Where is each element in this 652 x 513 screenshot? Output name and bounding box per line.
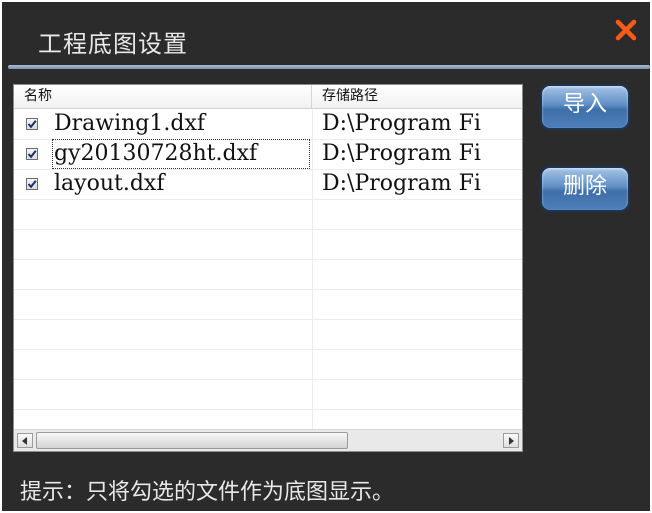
list-item[interactable]: layout.dxf D:\Program Fi bbox=[14, 169, 522, 199]
dialog-title: 工程底图设置 bbox=[38, 30, 188, 58]
grid-line bbox=[14, 259, 522, 260]
scroll-left-button[interactable] bbox=[17, 433, 33, 448]
row-checkbox[interactable] bbox=[26, 118, 38, 130]
checkmark-icon bbox=[27, 150, 37, 159]
import-button[interactable]: 导入 bbox=[540, 84, 630, 130]
grid-line bbox=[14, 289, 522, 290]
title-divider bbox=[8, 65, 650, 69]
grid-line bbox=[14, 319, 522, 320]
grid-line bbox=[14, 229, 522, 230]
arrow-right-icon bbox=[509, 437, 514, 445]
list-item[interactable]: Drawing1.dxf D:\Program Fi bbox=[14, 109, 522, 139]
file-path: D:\Program Fi bbox=[322, 111, 481, 136]
close-button[interactable] bbox=[614, 18, 638, 42]
grid-line bbox=[14, 199, 522, 200]
file-list[interactable]: 名称 存储路径 Drawing1.dxf D:\Program Fi gy201… bbox=[13, 84, 523, 452]
checkmark-icon bbox=[27, 120, 37, 129]
dialog-window: 工程底图设置 名称 存储路径 Drawing1.dxf D:\Program F… bbox=[2, 2, 650, 511]
row-checkbox[interactable] bbox=[26, 148, 38, 160]
delete-button[interactable]: 删除 bbox=[540, 166, 630, 212]
horizontal-scrollbar[interactable] bbox=[14, 429, 522, 451]
checkmark-icon bbox=[27, 180, 37, 189]
file-name: Drawing1.dxf bbox=[54, 111, 206, 136]
list-header: 名称 存储路径 bbox=[14, 85, 522, 109]
scroll-thumb[interactable] bbox=[36, 432, 348, 449]
arrow-left-icon bbox=[22, 437, 27, 445]
list-rows: Drawing1.dxf D:\Program Fi gy20130728ht.… bbox=[14, 109, 522, 429]
row-checkbox[interactable] bbox=[26, 178, 38, 190]
close-icon bbox=[615, 19, 637, 41]
file-name: gy20130728ht.dxf bbox=[52, 139, 310, 169]
scroll-right-button[interactable] bbox=[503, 433, 519, 448]
column-header-path[interactable]: 存储路径 bbox=[312, 85, 522, 108]
grid-line bbox=[14, 349, 522, 350]
list-item[interactable]: gy20130728ht.dxf D:\Program Fi bbox=[14, 139, 522, 169]
file-path: D:\Program Fi bbox=[322, 171, 481, 196]
hint-text: 提示：只将勾选的文件作为底图显示。 bbox=[20, 480, 395, 505]
grid-line bbox=[14, 379, 522, 380]
column-header-name[interactable]: 名称 bbox=[14, 85, 312, 108]
title-bar: 工程底图设置 bbox=[2, 2, 650, 66]
file-name: layout.dxf bbox=[54, 171, 165, 196]
grid-line bbox=[14, 409, 522, 410]
file-path: D:\Program Fi bbox=[322, 141, 481, 166]
